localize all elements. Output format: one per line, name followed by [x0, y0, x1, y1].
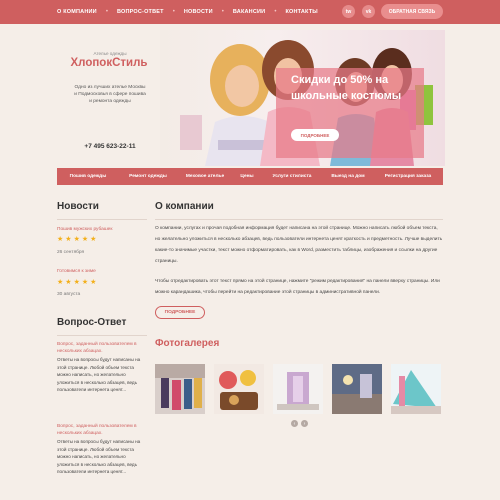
category-item[interactable]: Меховое ателье	[177, 168, 233, 185]
star-icon: ★	[90, 279, 97, 286]
news-link[interactable]: Готовимся к зиме	[57, 269, 96, 274]
hero-more-button[interactable]: Подробнее	[291, 129, 339, 141]
category-item[interactable]: Регистрация заказа	[373, 168, 443, 185]
gallery-heading: Фотогалерея	[155, 338, 220, 349]
star-icon: ★	[57, 236, 64, 243]
gallery-photo[interactable]	[214, 364, 264, 414]
top-nav-qa[interactable]: Вопрос-ответ	[117, 9, 164, 15]
rating-stars: ★ ★ ★ ★ ★	[57, 279, 96, 286]
star-icon: ★	[65, 236, 72, 243]
qa-question-link[interactable]: Вопрос, заданный пользователем в несколь…	[57, 424, 147, 437]
logo[interactable]: ХлопокСтиль	[57, 57, 161, 69]
gallery-photo[interactable]	[391, 364, 441, 414]
star-icon: ★	[57, 279, 64, 286]
top-nav-about[interactable]: О компании	[57, 9, 97, 15]
star-icon: ★	[73, 279, 80, 286]
star-icon: ★	[81, 279, 89, 286]
twitter-icon[interactable]: tw	[342, 5, 355, 18]
qa-heading: Вопрос-Ответ	[57, 317, 127, 328]
category-item[interactable]: Услуги стилиста	[261, 168, 323, 185]
top-nav: О компании • Вопрос-ответ • Новости • Ва…	[57, 0, 318, 24]
qa-answer: Ответы на вопросы будут написаны на этой…	[57, 357, 141, 393]
callback-button[interactable]: Обратная связь	[381, 4, 443, 19]
hero-title: Скидки до 50% на школьные костюмы	[291, 74, 402, 102]
category-item[interactable]: Цены	[233, 168, 261, 185]
star-icon: ★	[90, 236, 97, 243]
category-item[interactable]: Ремонт одежды	[119, 168, 177, 185]
top-nav-separator: •	[105, 9, 108, 15]
phone-number: +7 495 623-22-11	[84, 143, 136, 150]
star-icon: ★	[81, 236, 89, 243]
top-nav-separator: •	[274, 9, 277, 15]
gallery-next-icon[interactable]: ›	[301, 420, 308, 427]
star-icon: ★	[65, 279, 72, 286]
about-paragraph: О компании, услугах и прочая подобная ин…	[155, 226, 443, 264]
vk-icon[interactable]: vk	[362, 5, 375, 18]
news-link[interactable]: Пошив мужских рубашек	[57, 227, 112, 232]
star-icon: ★	[73, 236, 80, 243]
gallery-photo-image	[155, 364, 205, 414]
qa-question-link[interactable]: Вопрос, заданный пользователем в несколь…	[57, 342, 147, 355]
gallery-photo-image	[391, 364, 441, 414]
divider	[57, 219, 147, 220]
more-button[interactable]: Подробнее	[155, 306, 205, 319]
gallery-photo[interactable]	[332, 364, 382, 414]
gallery-prev-icon[interactable]: ‹	[291, 420, 298, 427]
logo-description: Одно из лучших ателье Москвы и Подмосков…	[74, 85, 146, 105]
gallery-photo-image	[332, 364, 382, 414]
news-date: 30 августа	[57, 292, 81, 297]
top-nav-contacts[interactable]: Контакты	[285, 9, 317, 15]
divider	[57, 335, 147, 336]
about-paragraph: Чтобы отредактировать этот текст прямо н…	[155, 279, 440, 295]
gallery-photo[interactable]	[273, 364, 323, 414]
news-date: 26 сентября	[57, 250, 85, 255]
category-item[interactable]: Пошив одежды	[57, 168, 119, 185]
category-menu: Пошив одежды Ремонт одежды Меховое атель…	[57, 168, 443, 185]
gallery-photo[interactable]	[155, 364, 205, 414]
divider	[155, 219, 443, 220]
news-heading: Новости	[57, 201, 99, 212]
logo-tagline: Ателье одежды	[93, 51, 127, 56]
top-nav-vacancies[interactable]: Вакансии	[233, 9, 265, 15]
top-nav-separator: •	[172, 9, 175, 15]
top-nav-news[interactable]: Новости	[184, 9, 213, 15]
category-item[interactable]: Выезд на дом	[323, 168, 373, 185]
gallery-photo-image	[273, 364, 323, 414]
top-nav-separator: •	[221, 9, 224, 15]
qa-answer: Ответы на вопросы будут написаны на этой…	[57, 439, 141, 475]
gallery-photo-image	[214, 364, 264, 414]
page-title: О компании	[155, 201, 214, 212]
rating-stars: ★ ★ ★ ★ ★	[57, 236, 96, 243]
